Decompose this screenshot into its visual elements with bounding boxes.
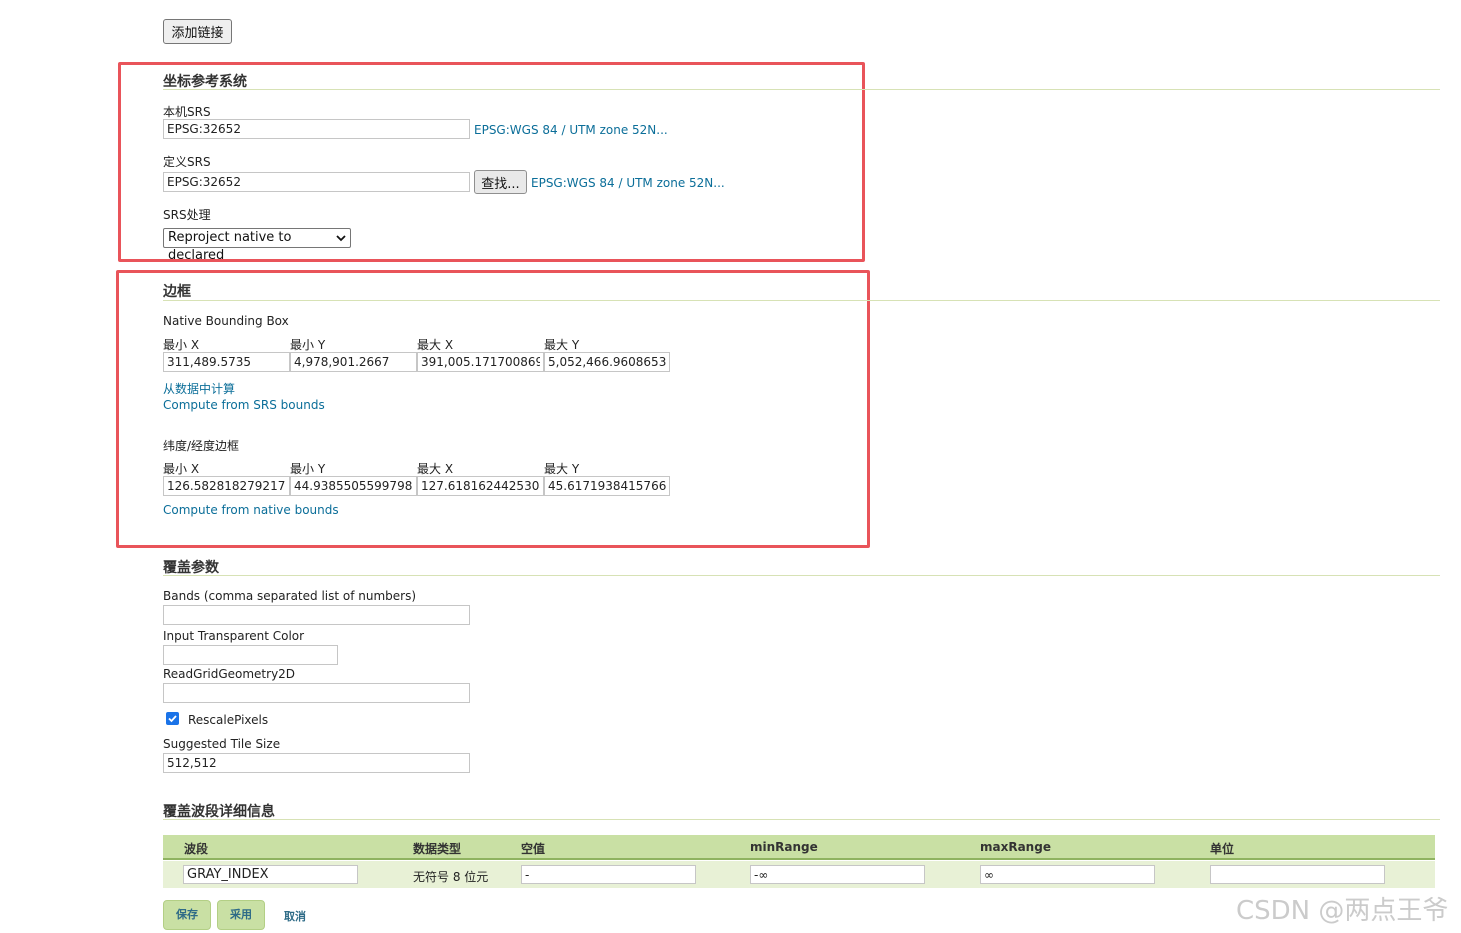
rescale-pixels-checkbox[interactable] (166, 712, 179, 725)
minrange-input[interactable] (750, 865, 925, 884)
srs-handling-select[interactable]: Reproject native to declared (163, 228, 351, 263)
latlon-minx-header: 最小 X (163, 462, 200, 476)
tile-size-label: Suggested Tile Size (163, 737, 281, 751)
header-datatype: 数据类型 (413, 842, 462, 856)
add-link-button[interactable]: 添加链接 (163, 19, 232, 44)
native-maxy-header: 最大 Y (544, 338, 580, 352)
latlon-miny-header: 最小 Y (290, 462, 326, 476)
header-unit: 单位 (1210, 842, 1235, 856)
native-srs-label: 本机SRS (163, 105, 211, 119)
latlon-maxy-header: 最大 Y (544, 462, 580, 476)
transparent-color-label: Input Transparent Color (163, 629, 305, 643)
unit-input[interactable] (1210, 865, 1385, 884)
crs-divider (163, 89, 1440, 90)
native-maxx-header: 最大 X (417, 338, 454, 352)
header-maxrange: maxRange (980, 840, 1051, 854)
save-button[interactable]: 保存 (163, 900, 211, 930)
bands-divider (163, 819, 1440, 820)
header-nodata: 空值 (521, 842, 546, 856)
bands-label: Bands (comma separated list of numbers) (163, 589, 417, 603)
declared-srs-label: 定义SRS (163, 155, 211, 169)
compute-from-data-link[interactable]: 从数据中计算 (163, 380, 235, 397)
header-minrange: minRange (750, 840, 818, 854)
bands-section-title: 覆盖波段详细信息 (163, 804, 275, 820)
native-miny-header: 最小 Y (290, 338, 326, 352)
watermark: CSDN @两点王爷 (1236, 896, 1449, 926)
latlon-bbox-label: 纬度/经度边框 (163, 439, 240, 453)
transparent-color-input[interactable] (163, 645, 338, 665)
latlon-maxx-header: 最大 X (417, 462, 454, 476)
native-maxy-input[interactable] (544, 352, 670, 372)
latlon-miny-input[interactable] (290, 476, 417, 496)
apply-button[interactable]: 采用 (217, 900, 265, 930)
latlon-minx-input[interactable] (163, 476, 290, 496)
declared-srs-input[interactable] (163, 172, 470, 192)
find-srs-button[interactable]: 查找... (474, 170, 527, 194)
header-band: 波段 (184, 842, 209, 856)
chevron-down-icon (336, 229, 346, 254)
coverage-section-title: 覆盖参数 (163, 560, 219, 576)
compute-from-srs-link[interactable]: Compute from SRS bounds (163, 398, 325, 412)
maxrange-input[interactable] (980, 865, 1155, 884)
band-datatype: 无符号 8 位元 (413, 870, 489, 884)
bands-input[interactable] (163, 605, 470, 625)
readgrid-input[interactable] (163, 683, 470, 703)
latlon-maxx-input[interactable] (417, 476, 544, 496)
native-srs-link[interactable]: EPSG:WGS 84 / UTM zone 52N... (474, 123, 668, 137)
bbox-divider (163, 300, 1440, 301)
native-miny-input[interactable] (290, 352, 417, 372)
band-name-input[interactable] (183, 865, 358, 884)
checkmark-icon (168, 715, 177, 723)
native-bbox-label: Native Bounding Box (163, 314, 289, 328)
compute-from-native-link[interactable]: Compute from native bounds (163, 503, 339, 517)
latlon-maxy-input[interactable] (544, 476, 670, 496)
coverage-divider (163, 575, 1440, 576)
bbox-section-title: 边框 (163, 284, 191, 300)
native-minx-input[interactable] (163, 352, 290, 372)
cancel-link[interactable]: 取消 (284, 908, 306, 924)
native-minx-header: 最小 X (163, 338, 200, 352)
readgrid-label: ReadGridGeometry2D (163, 667, 296, 681)
srs-handling-label: SRS处理 (163, 208, 211, 222)
tile-size-input[interactable] (163, 753, 470, 773)
native-srs-input[interactable] (163, 119, 470, 139)
native-maxx-input[interactable] (417, 352, 544, 372)
crs-section-title: 坐标参考系统 (163, 74, 247, 90)
nodata-input[interactable] (521, 865, 696, 884)
rescale-pixels-label: RescalePixels (188, 713, 269, 727)
declared-srs-link[interactable]: EPSG:WGS 84 / UTM zone 52N... (531, 176, 725, 190)
